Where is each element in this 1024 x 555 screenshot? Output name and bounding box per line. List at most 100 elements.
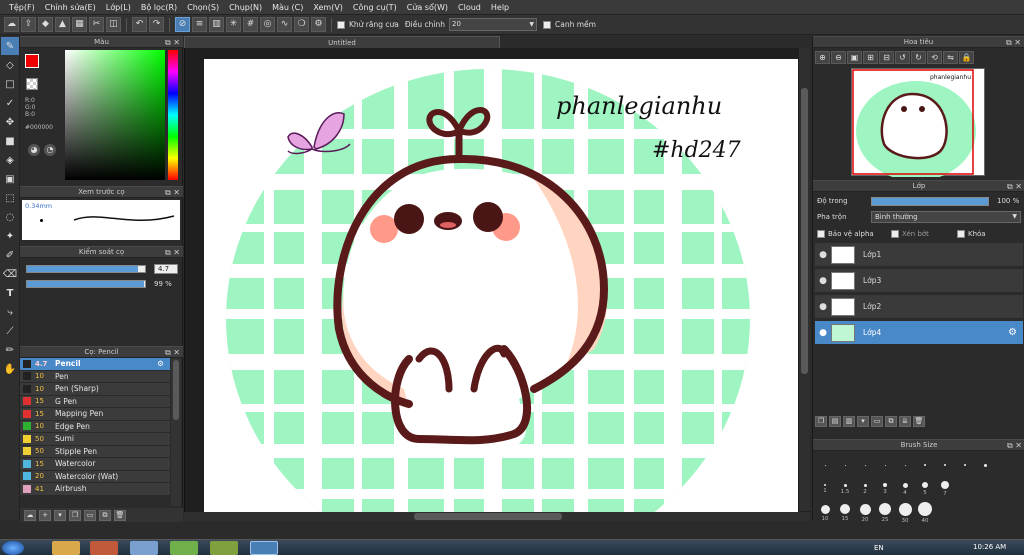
protect-alpha-checkbox[interactable]	[817, 230, 825, 238]
gear-icon[interactable]: ⚙	[1008, 327, 1017, 338]
select-eraser-tool-icon[interactable]: ⌫	[1, 265, 19, 283]
zoom-out-icon[interactable]: ⊖	[831, 51, 846, 64]
eyedropper-tool-icon[interactable]: ⟋	[1, 322, 19, 340]
taskbar-app-icon[interactable]	[130, 541, 158, 555]
brush-size-cell[interactable]: 1	[815, 477, 835, 501]
brush-size-cell[interactable]	[855, 453, 875, 477]
hand-tool-icon[interactable]: ✋	[1, 360, 19, 378]
brush-opacity-slider[interactable]	[26, 280, 146, 288]
copy-brush-icon[interactable]: ⧉	[99, 509, 111, 521]
panel-close-icon[interactable]: ⧉ ✕	[165, 37, 180, 48]
transparent-swatch[interactable]	[26, 78, 38, 90]
brush-size-cell[interactable]	[955, 453, 975, 477]
brush-size-cell[interactable]: 7	[935, 477, 955, 501]
lock-option[interactable]: Khóa	[957, 230, 986, 238]
lock-icon[interactable]: 🔒	[959, 51, 974, 64]
pen-tool-icon[interactable]: ✏	[1, 341, 19, 359]
duplicate-brush-icon[interactable]: ❐	[69, 509, 81, 521]
fit-width-icon[interactable]: ⊟	[879, 51, 894, 64]
brush-size-cell[interactable]	[895, 453, 915, 477]
brush-size-cell[interactable]: 40	[915, 501, 935, 525]
layer-folder-icon[interactable]: ▭	[871, 416, 883, 427]
foreground-color-swatch[interactable]	[25, 54, 39, 68]
select-tool-icon[interactable]: ⬚	[1, 189, 19, 207]
brush-list-item[interactable]: 15 Watercolor	[20, 458, 170, 471]
snap-settings-icon[interactable]: ⚙	[311, 17, 326, 32]
panel-close-icon[interactable]: ⧉ ✕	[165, 247, 180, 258]
snap-soft-checkbox[interactable]	[543, 20, 551, 29]
start-button-icon[interactable]	[2, 541, 24, 555]
delete-brush-icon[interactable]: 🗑	[114, 509, 126, 521]
new-icon[interactable]: ☁	[4, 17, 19, 32]
redo-icon[interactable]: ↷	[149, 17, 164, 32]
protect-alpha-option[interactable]: Bảo vệ alpha	[817, 230, 874, 238]
brush-size-cell[interactable]: 15	[835, 501, 855, 525]
menu-item-3[interactable]: Bộ lọc(R)	[136, 0, 182, 15]
snap-parallel-icon[interactable]: ≡	[192, 17, 207, 32]
visibility-eye-icon[interactable]: ●	[815, 250, 831, 260]
menu-item-11[interactable]: Help	[486, 0, 514, 15]
fit-icon[interactable]: ⊞	[863, 51, 878, 64]
brush-size-cell[interactable]: 20	[855, 501, 875, 525]
upload-icon[interactable]: ⇪	[21, 17, 36, 32]
brush-list-item[interactable]: 50 Stipple Pen	[20, 445, 170, 458]
brush-size-slider[interactable]	[26, 265, 146, 273]
layer-menu-icon[interactable]: ▾	[857, 416, 869, 427]
navigator-thumbnail[interactable]: phanlegianhu	[851, 68, 985, 181]
bucket-tool-icon[interactable]: ◈	[1, 151, 19, 169]
brush-size-cell[interactable]: 4	[895, 477, 915, 501]
eraser-tool-icon[interactable]: ◇	[1, 56, 19, 74]
duplicate-layer-icon[interactable]: ⧉	[885, 416, 897, 427]
snap-cross-icon[interactable]: ▥	[209, 17, 224, 32]
cloud-brush-icon[interactable]: ☁	[24, 509, 36, 521]
menu-item-6[interactable]: Màu (C)	[267, 0, 308, 15]
brush-list-item[interactable]: 15 Mapping Pen	[20, 408, 170, 421]
language-indicator[interactable]: EN	[874, 544, 884, 552]
merge-layer-icon[interactable]: ⇊	[899, 416, 911, 427]
menu-item-7[interactable]: Xem(V)	[308, 0, 348, 15]
brush-size-cell[interactable]	[915, 453, 935, 477]
actual-size-icon[interactable]: ▣	[847, 51, 862, 64]
grid-view-icon[interactable]: ▦	[72, 17, 87, 32]
new-layer-icon[interactable]: ❐	[815, 416, 827, 427]
snap-curve-icon[interactable]: ∿	[277, 17, 292, 32]
brush-size-cell[interactable]	[935, 453, 955, 477]
brush-size-cell[interactable]: 10	[815, 501, 835, 525]
vscroll-thumb[interactable]	[801, 88, 808, 374]
invert-icon[interactable]: ◫	[106, 17, 121, 32]
menu-item-10[interactable]: Cloud	[453, 0, 486, 15]
magic-wand-tool-icon[interactable]: ✦	[1, 227, 19, 245]
select-pen-tool-icon[interactable]: ✐	[1, 246, 19, 264]
panel-close-icon[interactable]: ⧉ ✕	[1007, 181, 1022, 192]
menu-item-1[interactable]: Chỉnh sửa(E)	[40, 0, 101, 15]
palette-icon[interactable]: ◕	[28, 144, 40, 156]
layer-row[interactable]: ● Lớp3	[815, 269, 1023, 293]
new-raster-layer-icon[interactable]: ▤	[829, 416, 841, 427]
brush-list-item[interactable]: 20 Watercolor (Wat)	[20, 470, 170, 483]
canvas-paper[interactable]: phanlegianhu #hd247	[204, 59, 798, 515]
taskbar-media-icon[interactable]	[90, 541, 118, 555]
snap-circle-icon[interactable]: ◎	[260, 17, 275, 32]
visibility-eye-icon[interactable]: ●	[815, 302, 831, 312]
brush-list-item[interactable]: 4.7 Pencil ⚙	[20, 358, 170, 371]
hue-slider[interactable]	[168, 50, 178, 180]
brush-list-item[interactable]: 15 G Pen	[20, 395, 170, 408]
hscroll-thumb[interactable]	[414, 513, 562, 520]
taskbar-app2-icon[interactable]	[170, 541, 198, 555]
brush-size-cell[interactable]: 5	[915, 477, 935, 501]
snap-grid-icon[interactable]: #	[243, 17, 258, 32]
deselect-icon[interactable]: ✂	[89, 17, 104, 32]
brush-list-scrollbar[interactable]	[171, 358, 181, 506]
panel-close-icon[interactable]: ⧉ ✕	[165, 347, 180, 358]
brush-size-cell[interactable]: 30	[895, 501, 915, 525]
layer-row[interactable]: ● Lớp2	[815, 295, 1023, 319]
brush-list-item[interactable]: 10 Pen	[20, 370, 170, 383]
brush-size-cell[interactable]: 2	[855, 477, 875, 501]
canvas-horizontal-scrollbar[interactable]	[184, 512, 810, 521]
taskbar-app3-icon[interactable]	[210, 541, 238, 555]
menu-item-2[interactable]: Lớp(L)	[101, 0, 136, 15]
adjust-select[interactable]: 20 ▼	[449, 18, 537, 31]
layer-row[interactable]: ● Lớp4 ⚙	[815, 321, 1023, 345]
snap-radial-icon[interactable]: ✳	[226, 17, 241, 32]
brush-size-cell[interactable]	[975, 453, 995, 477]
